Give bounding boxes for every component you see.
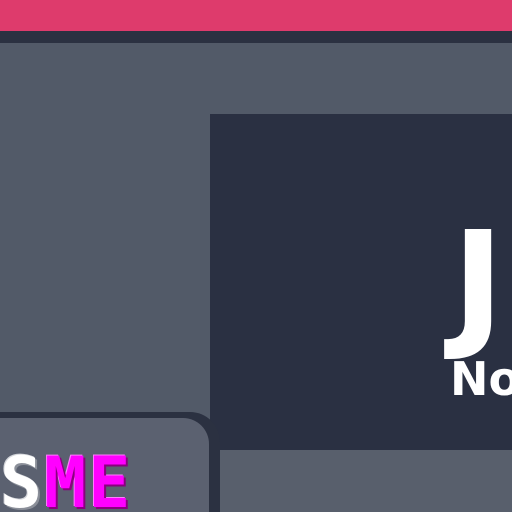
top-bar-shadow [0,31,512,43]
preview-caption: No [450,352,512,406]
app-window: J No SME [0,0,512,512]
card-title-part-a: S [0,442,45,512]
top-accent-bar [0,0,512,31]
preview-title: J [452,202,505,365]
card-title-part-b: ME [44,442,133,512]
game-card-title: SME [0,448,132,512]
bottom-strip [220,450,512,512]
